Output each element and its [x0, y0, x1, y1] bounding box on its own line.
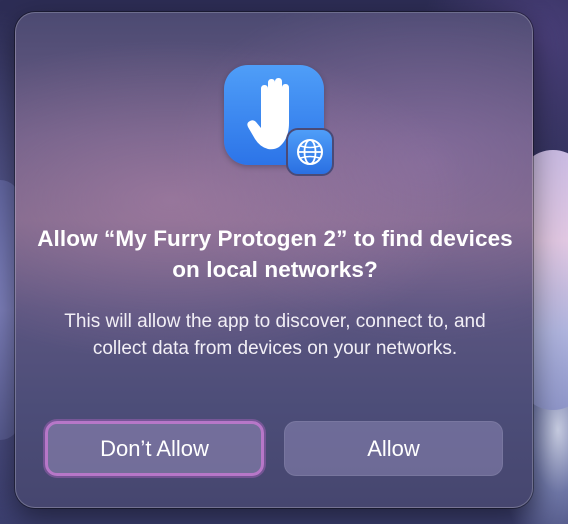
- globe-icon: [286, 128, 334, 176]
- dialog-message: This will allow the app to discover, con…: [64, 311, 486, 359]
- dialog-title: Allow “My Furry Protogen 2” to find devi…: [37, 226, 513, 282]
- dont-allow-button[interactable]: Don’t Allow: [45, 421, 264, 476]
- permission-dialog: Allow “My Furry Protogen 2” to find devi…: [15, 12, 533, 508]
- allow-button[interactable]: Allow: [284, 421, 503, 476]
